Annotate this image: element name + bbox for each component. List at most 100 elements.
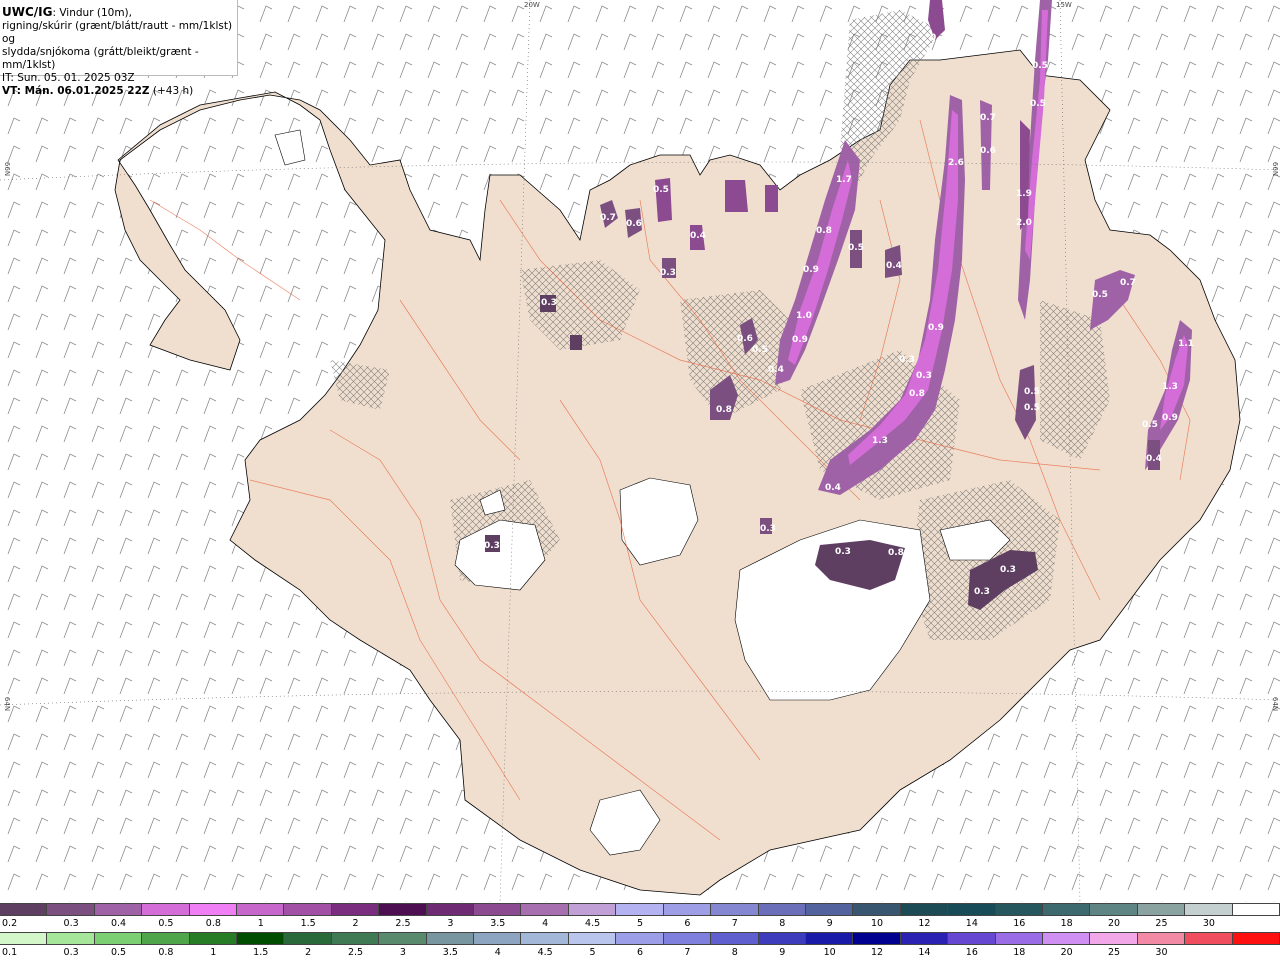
legend-labels-snow: 0.2 0.3 0.4 0.5 0.8 1 1.5 2 2.5 3 3.5 4 4.5 5 6 7 8 9 10 12…: [0, 918, 1280, 930]
grid-label-15w: 15W: [1056, 1, 1072, 9]
map-value: 0.6: [980, 146, 996, 156]
legend-swatch: [900, 933, 949, 944]
legend-label: 4.5: [537, 947, 553, 958]
legend-swatch: [995, 904, 1043, 915]
map-value: 0.6: [626, 219, 642, 229]
legend-swatch: [568, 904, 617, 915]
map-value: 0.4: [768, 365, 784, 375]
legend-label: 4: [494, 947, 501, 958]
product-desc-line3: slydda/snjókoma (grátt/bleikt/grænt - mm…: [2, 46, 199, 71]
weather-map: 0.3 1.7 2.6 0.5 0.5 1.9 2.0 0.7 0.6 0.7 …: [0, 0, 1280, 902]
legend-swatch: [995, 933, 1043, 944]
grid-label-66n-right: 66N: [1271, 161, 1280, 177]
legend-label: 14: [918, 947, 931, 958]
legend-label: 6: [684, 918, 691, 929]
legend-swatch: [521, 904, 569, 915]
map-value: 0.8: [816, 226, 832, 236]
legend-swatch: [948, 933, 996, 944]
map-value: 1.9: [1016, 189, 1032, 199]
legend-label: 25: [1155, 918, 1168, 929]
legend-label: 0.4: [110, 918, 127, 929]
legend-label: 12: [918, 918, 931, 929]
legend-label: 9: [826, 918, 833, 929]
legend-label: 4: [542, 918, 549, 929]
legend-label: 1: [257, 918, 264, 929]
legend-swatch: [284, 933, 332, 944]
map-value: 0.3: [835, 547, 851, 557]
legend-label: 3.5: [490, 918, 506, 929]
legend-swatch: [1185, 933, 1233, 944]
map-value: 0.5: [653, 185, 669, 195]
map-value: 0.5: [752, 345, 768, 355]
legend-swatch: [853, 933, 901, 944]
legend-swatch: [900, 904, 949, 915]
legend-swatch: [237, 933, 285, 944]
legend-swatch: [379, 933, 427, 944]
map-value: 0.9: [803, 265, 819, 275]
legend-swatch: [331, 933, 380, 944]
legend-swatch: [426, 933, 475, 944]
map-value: 0.7: [600, 213, 616, 223]
legend-swatch: [189, 904, 238, 915]
map-value: 1.7: [836, 175, 852, 185]
map-value: 0.4: [825, 483, 841, 493]
legend-label: 20: [1108, 918, 1121, 929]
map-value: 0.5: [848, 243, 864, 253]
legend-label: 7: [731, 918, 738, 929]
legend-label: 10: [823, 947, 836, 958]
legend-swatch: [1185, 904, 1233, 915]
legend-swatch: [47, 904, 95, 915]
legend-label: 2.5: [347, 947, 364, 958]
legend-label: 0.5: [158, 918, 174, 929]
legend-label: 3.5: [442, 947, 458, 958]
legend-swatch: [948, 904, 996, 915]
valid-time: VT: Mán. 06.01.2025 22Z: [2, 85, 150, 97]
map-value: 1.0: [796, 311, 812, 321]
legend-label: 0.1: [2, 947, 18, 958]
map-value: 0.7: [1120, 278, 1136, 288]
legend-label: 20: [1060, 947, 1073, 958]
map-value: 0.3: [541, 298, 557, 308]
map-value: 0.5: [1030, 99, 1046, 109]
legend-swatch: [94, 933, 143, 944]
legend-label: 2: [352, 918, 359, 929]
legend-swatch: [474, 904, 522, 915]
product-desc-line2: rigning/skúrir (grænt/blátt/rautt - mm/1…: [2, 20, 233, 45]
map-value: 0.8: [909, 389, 925, 399]
map-value: 0.5: [1024, 403, 1040, 413]
legend-label: 10: [870, 918, 884, 929]
map-value: 0.4: [886, 261, 902, 271]
legend-labels-rain: 0.1 0.3 0.5 0.8 1 1.5 2 2.5 3 3.5 4 4.5 5 6 7 8 9 10 12 14 1…: [0, 947, 1280, 959]
legend-label: 0.8: [158, 947, 174, 958]
legend-label: 0.5: [110, 947, 127, 958]
legend-swatch: [663, 933, 712, 944]
legend-label: 25: [1108, 947, 1121, 958]
map-value: 1.3: [872, 436, 888, 446]
legend-label: 8: [779, 918, 786, 929]
legend-swatch: [1232, 933, 1280, 944]
legend-label: 5: [636, 918, 644, 929]
legend-swatch: [0, 933, 48, 944]
legend-label: 30: [1202, 918, 1215, 929]
legend-label: 1.5: [253, 947, 269, 958]
legend-label: 7: [684, 947, 691, 958]
legend-label: 4.5: [585, 918, 601, 929]
legend-swatch: [94, 904, 143, 915]
legend-label: 2.5: [395, 918, 411, 929]
legend-swatch: [1090, 904, 1138, 915]
map-value: 0.7: [980, 113, 996, 123]
map-value: 0.5: [1142, 420, 1158, 430]
legend-label: 1.5: [300, 918, 316, 929]
product-desc: : Vindur (10m),: [52, 7, 132, 19]
legend-swatch: [47, 933, 95, 944]
legend-swatch: [379, 904, 427, 915]
legend-label: 16: [965, 947, 978, 958]
legend-swatch: [1137, 904, 1186, 915]
map-value: 1.1: [1178, 339, 1194, 349]
legend-swatch: [616, 904, 664, 915]
map-value: 0.5: [1032, 61, 1048, 71]
map-value: 0.9: [928, 323, 944, 333]
legend-swatch: [1090, 933, 1138, 944]
product-title: UWC/IG: [2, 5, 53, 19]
legend-label: 16: [1013, 918, 1026, 929]
